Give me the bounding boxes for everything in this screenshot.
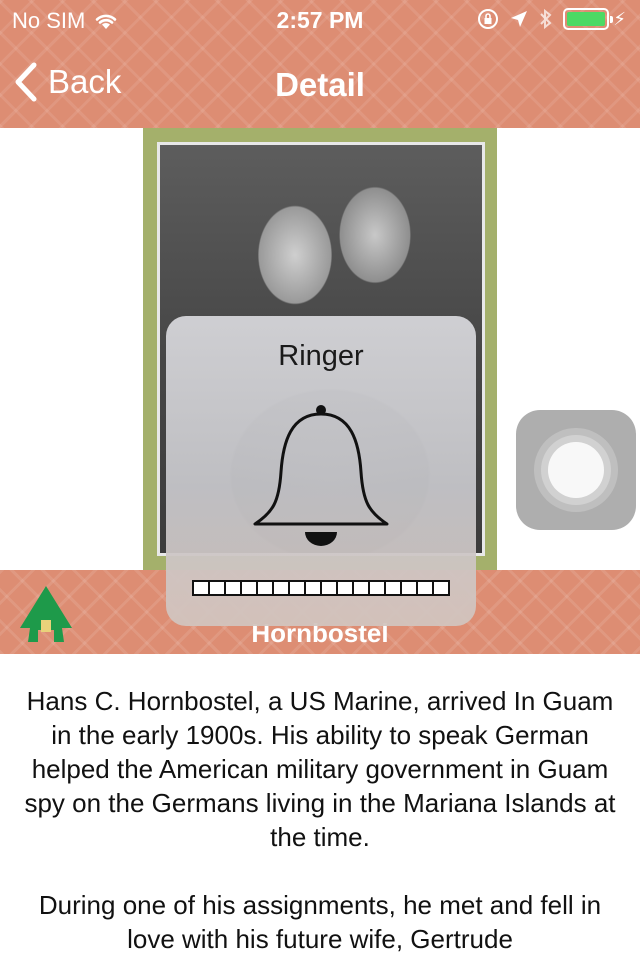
status-bar: No SIM 2:57 PM ⚡ [0,0,640,40]
volume-segment [258,582,272,594]
location-arrow-icon [511,11,528,27]
body-paragraph: Hans C. Hornbostel, a US Marine, arrived… [24,686,616,852]
volume-segment [210,582,224,594]
volume-segment [274,582,288,594]
body-text: Hans C. Hornbostel, a US Marine, arrived… [18,684,622,960]
nav-bar: Back Detail [0,40,640,128]
volume-segment [194,582,208,594]
volume-segment [386,582,400,594]
volume-segment [434,582,448,594]
battery-fill [567,12,606,26]
volume-segment [370,582,384,594]
status-right: ⚡ [477,8,626,30]
assistive-touch-inner-ring [541,435,611,505]
volume-segment [354,582,368,594]
body-paragraph: During one of his assignments, he met an… [38,890,602,954]
battery-icon [563,8,614,30]
ringer-title: Ringer [278,340,364,372]
orientation-lock-icon [478,9,499,29]
assistive-touch-outer-ring [534,428,618,512]
header: No SIM 2:57 PM ⚡ Back Detail [0,0,640,128]
volume-segment [418,582,432,594]
charging-bolt-icon: ⚡ [613,8,626,29]
volume-segment [306,582,320,594]
volume-segment [402,582,416,594]
assistive-touch-core [548,442,604,498]
volume-segment [338,582,352,594]
volume-segment [226,582,240,594]
page-title: Detail [275,66,365,103]
assistive-touch-button[interactable] [516,410,636,530]
volume-segment [290,582,304,594]
bell-icon [253,405,389,546]
volume-bar [192,580,450,596]
bluetooth-icon [540,8,552,30]
volume-segment [322,582,336,594]
ringer-hud: Ringer [166,316,476,626]
volume-segment [242,582,256,594]
